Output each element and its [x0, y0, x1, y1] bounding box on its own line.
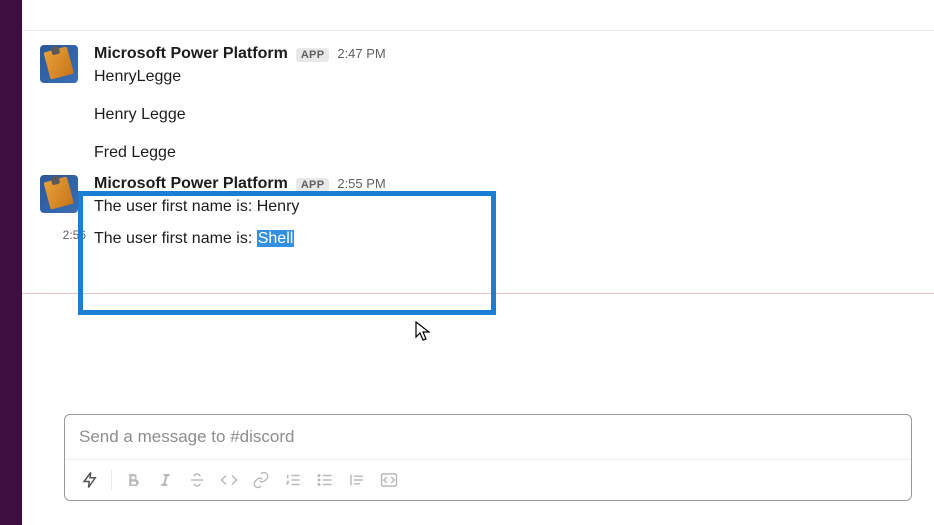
- code-block-button[interactable]: [374, 466, 404, 494]
- message-line[interactable]: HenryLegge: [94, 65, 914, 89]
- message-time[interactable]: 2:56: [63, 228, 86, 251]
- main-panel: Microsoft Power Platform APP 2:47 PM Hen…: [22, 0, 934, 525]
- message-composer[interactable]: Send a message to #discord: [64, 414, 912, 501]
- sender-name[interactable]: Microsoft Power Platform: [94, 175, 288, 193]
- message-continuation[interactable]: 2:56 The user first name is: Shell: [22, 223, 934, 255]
- workspace-sidebar[interactable]: [0, 0, 22, 525]
- app-avatar-icon: [40, 175, 78, 213]
- bold-button[interactable]: [118, 466, 148, 494]
- app-badge: APP: [296, 48, 330, 62]
- code-button[interactable]: [214, 466, 244, 494]
- message-line[interactable]: The user first name is: Henry: [94, 195, 914, 219]
- ordered-list-button[interactable]: [278, 466, 308, 494]
- sender-name[interactable]: Microsoft Power Platform: [94, 45, 288, 63]
- message-input[interactable]: Send a message to #discord: [65, 415, 911, 459]
- message-block[interactable]: Microsoft Power Platform APP 2:55 PM The…: [22, 169, 934, 223]
- shortcuts-button[interactable]: [75, 466, 105, 494]
- blockquote-button[interactable]: [342, 466, 372, 494]
- message-time[interactable]: 2:47 PM: [337, 46, 385, 61]
- new-message-divider: [22, 293, 934, 294]
- app-avatar-icon: [40, 45, 78, 83]
- formatting-toolbar: [65, 459, 911, 500]
- mouse-cursor-icon: [415, 321, 431, 348]
- message-time[interactable]: 2:55 PM: [337, 176, 385, 191]
- message-line[interactable]: Henry Legge: [94, 103, 914, 127]
- composer-area: Send a message to #discord: [22, 414, 934, 525]
- message-list: Microsoft Power Platform APP 2:47 PM Hen…: [22, 30, 934, 414]
- message-line[interactable]: The user first name is: Shell: [94, 227, 914, 251]
- text-selection[interactable]: Shell: [257, 230, 295, 247]
- link-button[interactable]: [246, 466, 276, 494]
- italic-button[interactable]: [150, 466, 180, 494]
- unordered-list-button[interactable]: [310, 466, 340, 494]
- app-badge: APP: [296, 178, 330, 192]
- message-line[interactable]: Fred Legge: [94, 141, 914, 165]
- message-block[interactable]: Microsoft Power Platform APP 2:47 PM Hen…: [22, 41, 934, 169]
- app-root: Microsoft Power Platform APP 2:47 PM Hen…: [0, 0, 934, 525]
- strikethrough-button[interactable]: [182, 466, 212, 494]
